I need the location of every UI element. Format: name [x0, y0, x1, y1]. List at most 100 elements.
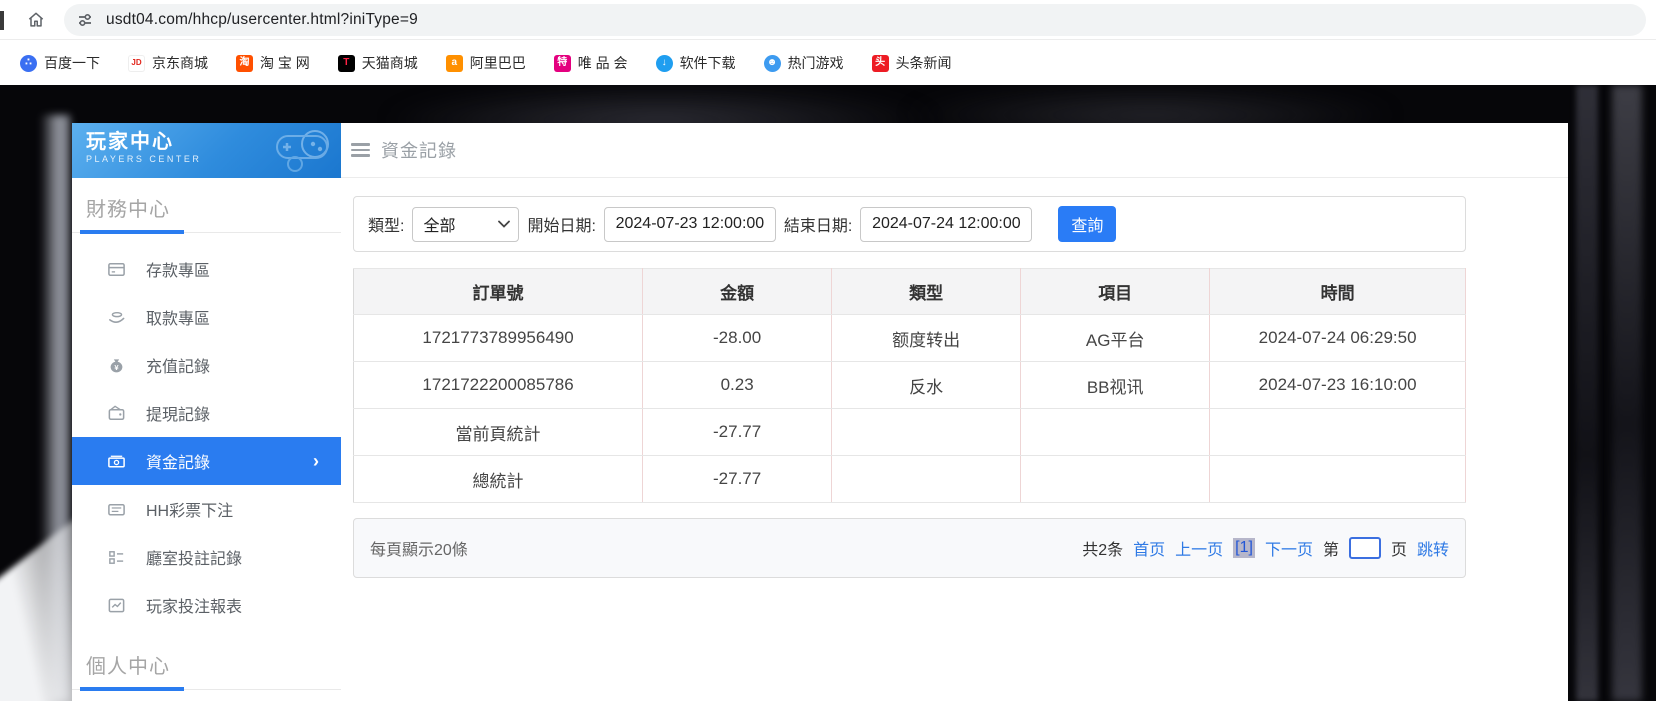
sidebar-item-label: 充值記錄	[146, 353, 210, 377]
type-select[interactable]: 全部	[412, 207, 519, 242]
site-settings-icon[interactable]	[72, 7, 98, 33]
window-edge-mark	[0, 11, 4, 30]
prev-page-link[interactable]: 上一页	[1175, 536, 1223, 560]
background-light-streak	[1612, 85, 1642, 701]
sidebar-item-player-report[interactable]: 玩家投注報表	[72, 581, 341, 629]
sidebar-item-label: 存款專區	[146, 257, 210, 281]
bookmark-taobao[interactable]: 淘淘 宝 网	[222, 48, 324, 78]
main-content: 類型: 全部 開始日期: 結束日期: 查詢 訂單號金額類型項目時間 172177…	[341, 178, 1568, 578]
main-panel: 資金記錄 類型: 全部 開始日期: 結束日期: 查詢 訂單號金額類型項目時間 1…	[341, 123, 1568, 701]
end-date-input[interactable]	[860, 207, 1032, 242]
bookmark-label: 唯 品 会	[578, 53, 628, 73]
chevron-down-icon	[498, 220, 510, 228]
bookmark-label: 京东商城	[152, 53, 208, 73]
vip-favicon-icon: 特	[554, 55, 571, 72]
bookmark-jd[interactable]: JD京东商城	[114, 48, 222, 78]
sidebar-item-recharge-record[interactable]: ¥ 充值記錄	[72, 341, 341, 389]
first-page-link[interactable]: 首页	[1133, 536, 1165, 560]
hand-cash-icon	[106, 307, 126, 327]
next-page-link[interactable]: 下一页	[1265, 536, 1313, 560]
bookmark-vip[interactable]: 特唯 品 会	[540, 48, 642, 78]
bookmark-alibaba[interactable]: a阿里巴巴	[432, 48, 540, 78]
deposit-card-icon	[106, 259, 126, 279]
table-row: 1721773789956490-28.00额度转出AG平台2024-07-24…	[354, 315, 1466, 362]
bookmark-download[interactable]: ↓软件下载	[642, 48, 750, 78]
column-header: 時間	[1210, 269, 1466, 315]
table-cell: -27.77	[643, 409, 832, 456]
sidebar-item-deposit[interactable]: 存款專區	[72, 245, 341, 293]
filter-bar: 類型: 全部 開始日期: 結束日期: 查詢	[353, 196, 1466, 252]
jump-page-input[interactable]	[1349, 537, 1381, 559]
sidebar-item-withdraw-record[interactable]: 提現記錄	[72, 389, 341, 437]
bookmark-tmall[interactable]: T天猫商城	[324, 48, 432, 78]
bookmark-games[interactable]: ☻ 热门游戏	[750, 48, 858, 78]
pagination-controls: 共2条 首页 上一页 [1] 下一页 第 页 跳转	[1082, 536, 1449, 560]
page-size-text: 每頁顯示20條	[370, 536, 468, 560]
sidebar-item-label: 取款專區	[146, 305, 210, 329]
menu-toggle-icon[interactable]	[351, 143, 370, 157]
money-bag-icon: ¥	[106, 355, 126, 375]
alibaba-favicon-icon: a	[446, 55, 463, 72]
pagination-bar: 每頁顯示20條 共2条 首页 上一页 [1] 下一页 第 页 跳转	[353, 518, 1466, 578]
sidebar-item-funds-record[interactable]: 資金記錄 ›	[72, 437, 341, 485]
column-header: 類型	[832, 269, 1021, 315]
background-light-streak	[1576, 85, 1598, 701]
download-favicon-icon: ↓	[656, 55, 673, 72]
hall-list-icon	[106, 547, 126, 567]
table-cell	[832, 456, 1021, 503]
bookmark-label: 热门游戏	[788, 53, 844, 73]
jump-go-link[interactable]: 跳转	[1417, 536, 1449, 560]
bookmarks-bar: ∴百度一下JD京东商城淘淘 宝 网T天猫商城a阿里巴巴特唯 品 会↓软件下载☻热…	[0, 41, 1656, 85]
search-button[interactable]: 查詢	[1058, 206, 1116, 242]
bookmark-baidu[interactable]: ∴ 百度一下	[6, 48, 114, 78]
table-cell	[832, 409, 1021, 456]
table-cell: -27.77	[643, 456, 832, 503]
table-cell: 當前頁統計	[354, 409, 643, 456]
taobao-favicon-icon: 淘	[236, 55, 253, 72]
home-button[interactable]	[24, 8, 48, 32]
section-finance-center: 財務中心	[72, 178, 341, 232]
table-cell: 0.23	[643, 362, 832, 409]
table-cell: 反水	[832, 362, 1021, 409]
home-icon	[26, 10, 46, 30]
sidebar-menu: 存款專區取款專區 ¥ 充值記錄提現記錄資金記錄 › HH彩票下注廳室投註記錄玩家投注報表	[72, 233, 341, 629]
table-row: 總統計-27.77	[354, 456, 1466, 503]
column-header: 項目	[1021, 269, 1210, 315]
sidebar-item-hall-bets[interactable]: 廳室投註記錄	[72, 533, 341, 581]
total-count-text: 共2条	[1082, 536, 1123, 560]
games-favicon-icon: ☻	[764, 55, 781, 72]
baidu-favicon-icon: ∴	[20, 55, 37, 72]
sidebar-item-label: 廳室投註記錄	[146, 545, 242, 569]
chevron-right-icon: ›	[313, 451, 319, 472]
funds-table: 訂單號金額類型項目時間 1721773789956490-28.00额度转出AG…	[353, 268, 1466, 503]
column-header: 金額	[643, 269, 832, 315]
sidebar: 玩家中心 PLAYERS CENTER 財務中心 存款專區取款專區¥充值記錄提現…	[72, 123, 341, 701]
end-date-label: 結束日期:	[784, 212, 852, 236]
table-row: 當前頁統計-27.77	[354, 409, 1466, 456]
jump-prefix-text: 第	[1323, 536, 1339, 560]
table-cell: 1721722200085786	[354, 362, 643, 409]
table-cell: 2024-07-23 16:10:00	[1210, 362, 1466, 409]
browser-toolbar: usdt04.com/hhcp/usercenter.html?iniType=…	[0, 0, 1656, 40]
report-chart-icon	[106, 595, 126, 615]
sidebar-item-hh-lottery[interactable]: HH彩票下注	[72, 485, 341, 533]
bookmark-label: 天猫商城	[362, 53, 418, 73]
lottery-ticket-icon	[106, 499, 126, 519]
main-header: 資金記錄	[341, 123, 1568, 178]
section-divider	[72, 689, 341, 690]
address-bar[interactable]: usdt04.com/hhcp/usercenter.html?iniType=…	[64, 4, 1646, 36]
bookmark-toutiao[interactable]: 头头条新闻	[858, 48, 966, 78]
table-cell	[1210, 409, 1466, 456]
sidebar-item-label: 資金記錄	[146, 449, 210, 473]
table-header-row: 訂單號金額類型項目時間	[354, 269, 1466, 315]
table-cell: 额度转出	[832, 315, 1021, 362]
toutiao-favicon-icon: 头	[872, 55, 889, 72]
type-label: 類型:	[368, 212, 404, 236]
bookmark-label: 百度一下	[44, 53, 100, 73]
start-date-input[interactable]	[604, 207, 776, 242]
bookmark-label: 淘 宝 网	[260, 53, 310, 73]
sidebar-item-withdraw[interactable]: 取款專區	[72, 293, 341, 341]
url-text: usdt04.com/hhcp/usercenter.html?iniType=…	[106, 11, 418, 29]
table-cell	[1210, 456, 1466, 503]
section-personal-center: 個人中心	[72, 635, 341, 689]
